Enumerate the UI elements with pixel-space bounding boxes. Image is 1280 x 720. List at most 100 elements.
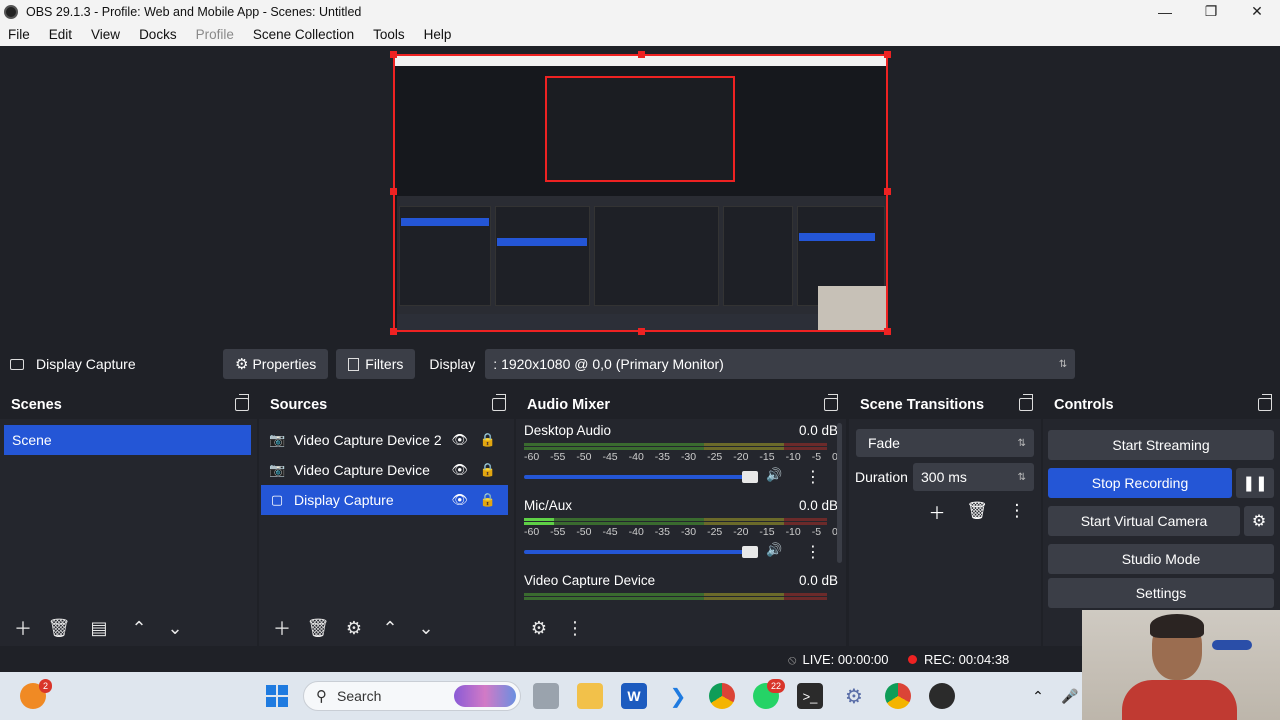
resize-handle[interactable]	[638, 328, 645, 335]
preview-canvas[interactable]	[390, 51, 891, 335]
start-virtual-camera-button[interactable]: Start Virtual Camera	[1048, 506, 1240, 536]
windows-start-icon[interactable]	[264, 683, 290, 709]
file-explorer-icon[interactable]	[577, 683, 603, 709]
undock-icon[interactable]	[492, 394, 506, 411]
search-highlight-image	[454, 685, 516, 707]
move-up-icon[interactable]: ⌃	[377, 615, 403, 641]
duration-spinbox[interactable]: 300 ms ⇅	[913, 463, 1034, 491]
scene-item[interactable]: Scene	[4, 425, 251, 455]
move-down-icon[interactable]: ⌄	[413, 615, 439, 641]
obs-app-icon	[4, 4, 18, 19]
scale-tick: -50	[576, 526, 592, 538]
gear-icon[interactable]: ⚙	[341, 615, 367, 641]
source-item[interactable]: 📷 Video Capture Device 👁 🔒	[261, 455, 508, 485]
resize-handle[interactable]	[390, 328, 397, 335]
source-item[interactable]: 📷 Video Capture Device 2 👁 🔒	[261, 425, 508, 455]
nested-transitions-panel	[723, 206, 793, 306]
word-icon[interactable]: W	[621, 683, 647, 709]
stop-recording-button[interactable]: Stop Recording	[1048, 468, 1232, 498]
channel-level: 0.0 dB	[798, 498, 838, 513]
chrome-icon[interactable]	[709, 683, 735, 709]
eye-icon[interactable]: 👁	[451, 492, 468, 508]
transition-select-value: Fade	[868, 435, 900, 451]
undock-icon[interactable]	[1258, 394, 1272, 411]
menu-scene-collection[interactable]: Scene Collection	[253, 27, 354, 42]
trash-icon[interactable]: 🗑	[961, 499, 993, 523]
preview-area[interactable]	[0, 46, 1280, 346]
resize-handle[interactable]	[884, 328, 891, 335]
whatsapp-icon[interactable]: 22	[753, 679, 785, 709]
volume-slider-handle[interactable]	[742, 546, 758, 558]
more-options-icon[interactable]: ⋮	[562, 615, 588, 641]
menu-help[interactable]: Help	[424, 27, 452, 42]
volume-slider[interactable]: 🔊 ⋮	[524, 542, 838, 562]
menu-file[interactable]: File	[8, 27, 30, 42]
terminal-icon[interactable]: >_	[797, 683, 823, 709]
lock-icon[interactable]: 🔒	[480, 462, 496, 478]
properties-button[interactable]: ⚙ Properties	[223, 349, 329, 379]
more-options-icon[interactable]: ⋮	[805, 467, 821, 487]
chevron-up-icon[interactable]: ⌃	[1025, 683, 1051, 709]
settings-app-icon[interactable]: ⚙	[841, 683, 867, 709]
mixer-scrollbar[interactable]	[837, 423, 842, 563]
undock-icon[interactable]	[824, 394, 838, 411]
virtual-camera-settings-button[interactable]: ⚙	[1244, 506, 1274, 536]
weather-badge: 2	[38, 679, 52, 693]
eye-icon[interactable]: 👁	[451, 432, 468, 448]
resize-handle[interactable]	[390, 51, 397, 58]
more-options-icon[interactable]: ⋮	[1001, 499, 1033, 523]
menu-profile[interactable]: Profile	[196, 27, 234, 42]
taskbar-search[interactable]: ⚲ Search	[303, 681, 521, 711]
weather-icon[interactable]: 2	[20, 679, 52, 709]
menu-view[interactable]: View	[91, 27, 120, 42]
scale-tick: -55	[550, 526, 566, 538]
microphone-icon[interactable]: 🎤	[1057, 683, 1083, 709]
move-up-icon[interactable]: ⌃	[126, 615, 152, 641]
transition-select[interactable]: Fade ⇅	[856, 429, 1034, 457]
obs-icon[interactable]	[929, 683, 955, 709]
chrome-profile-icon[interactable]	[885, 683, 911, 709]
task-view-icon[interactable]	[533, 683, 559, 709]
volume-slider-handle[interactable]	[742, 471, 758, 483]
vscode-icon[interactable]: ❯	[665, 683, 691, 709]
resize-handle[interactable]	[884, 188, 891, 195]
more-options-icon[interactable]: ⋮	[805, 542, 821, 562]
studio-mode-button[interactable]: Studio Mode	[1048, 544, 1274, 574]
volume-slider[interactable]: 🔊 ⋮	[524, 467, 838, 487]
undock-icon[interactable]	[1019, 394, 1033, 411]
settings-button[interactable]: Settings	[1048, 578, 1274, 608]
add-icon[interactable]: ＋	[921, 499, 953, 523]
lock-icon[interactable]: 🔒	[480, 432, 496, 448]
search-placeholder: Search	[337, 688, 382, 704]
add-icon[interactable]: ＋	[10, 615, 36, 641]
resize-handle[interactable]	[638, 51, 645, 58]
channel-level: 0.0 dB	[798, 423, 838, 438]
add-icon[interactable]: ＋	[269, 615, 295, 641]
menu-tools[interactable]: Tools	[373, 27, 405, 42]
advanced-audio-icon[interactable]: ⚙	[526, 615, 552, 641]
move-down-icon[interactable]: ⌄	[162, 615, 188, 641]
restore-icon[interactable]: ❐	[1188, 0, 1234, 23]
trash-icon[interactable]: 🗑	[46, 615, 72, 641]
source-item[interactable]: ▢ Display Capture 👁 🔒	[261, 485, 508, 515]
lock-icon[interactable]: 🔒	[480, 492, 496, 508]
minimize-icon[interactable]: —	[1142, 0, 1188, 23]
start-streaming-button[interactable]: Start Streaming	[1048, 430, 1274, 460]
undock-icon[interactable]	[235, 394, 249, 411]
resize-handle[interactable]	[390, 188, 397, 195]
display-select[interactable]: : 1920x1080 @ 0,0 (Primary Monitor) ⇅	[485, 349, 1076, 379]
resize-handle[interactable]	[884, 51, 891, 58]
scenes-toolbar: ＋ 🗑 ▤ ⌃ ⌄	[0, 610, 257, 646]
menu-docks[interactable]: Docks	[139, 27, 177, 42]
eye-icon[interactable]: 👁	[451, 462, 468, 478]
close-icon[interactable]: ✕	[1234, 0, 1280, 23]
menu-edit[interactable]: Edit	[49, 27, 72, 42]
speaker-icon[interactable]: 🔊	[766, 542, 782, 558]
speaker-icon[interactable]: 🔊	[766, 467, 782, 483]
spin-arrows-icon[interactable]: ⇅	[1018, 472, 1026, 483]
filter-icon[interactable]: ▤	[86, 615, 112, 641]
trash-icon[interactable]: 🗑	[305, 615, 331, 641]
filters-button[interactable]: Filters	[336, 349, 416, 379]
pause-recording-button[interactable]: ❚❚	[1236, 468, 1274, 498]
window-title: OBS 29.1.3 - Profile: Web and Mobile App…	[26, 4, 362, 19]
